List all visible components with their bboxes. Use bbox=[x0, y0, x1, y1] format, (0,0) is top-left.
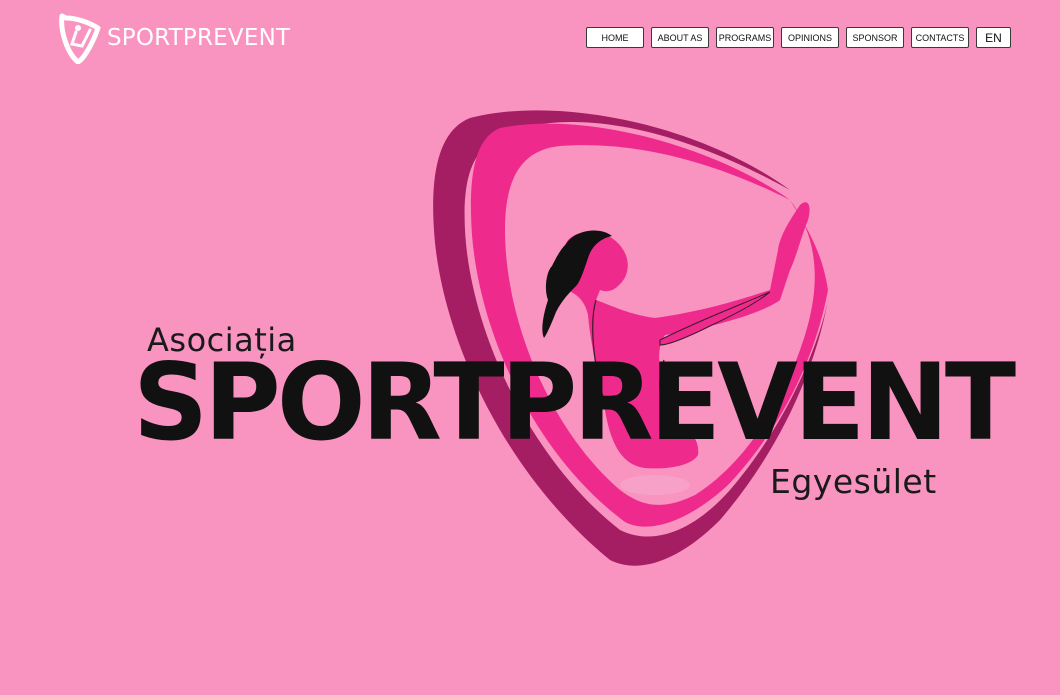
hero-title: SPORTPREVENT bbox=[133, 341, 1016, 464]
hero-line-egyesulet: Egyesület bbox=[770, 462, 937, 501]
hero-section: Asociația SPORTPREVENT Egyesület bbox=[0, 0, 1060, 695]
